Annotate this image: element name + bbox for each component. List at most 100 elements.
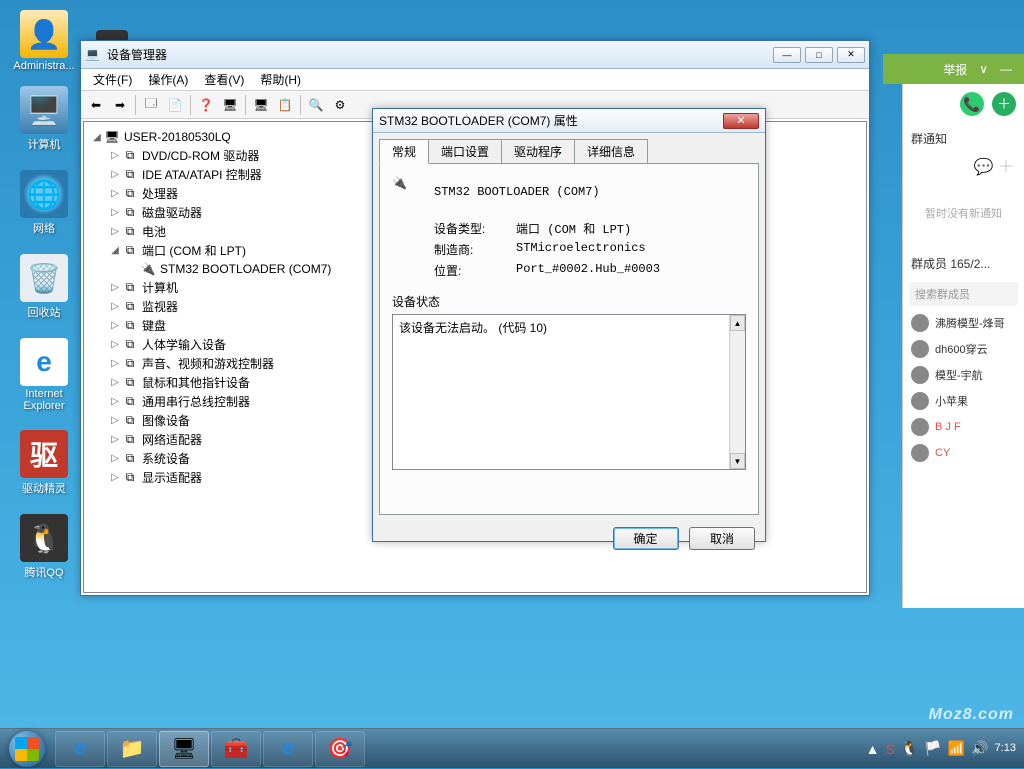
start-button[interactable] xyxy=(0,729,54,769)
desktop-icon-admin[interactable]: 👤Administra... xyxy=(8,10,80,72)
avatar xyxy=(911,418,929,436)
loc-value: Port_#0002.Hub_#0003 xyxy=(516,262,660,279)
taskbar-explorer[interactable]: 📁 xyxy=(107,731,157,767)
add-icon[interactable]: ＋ xyxy=(992,92,1016,116)
tb-icon[interactable]: 🗔 xyxy=(140,94,162,116)
tray-up-icon[interactable]: ▲ xyxy=(866,741,880,757)
qq-report[interactable]: 举报 xyxy=(937,61,973,78)
network-icon: 🌐 xyxy=(20,170,68,218)
taskbar-app[interactable]: 🧰 xyxy=(211,731,261,767)
tb-icon[interactable]: 📄 xyxy=(164,94,186,116)
mfg-label: 制造商: xyxy=(434,241,516,258)
device-icon: ⧉ xyxy=(122,186,138,202)
device-icon: ⧉ xyxy=(122,318,138,334)
menu-action[interactable]: 操作(A) xyxy=(140,69,196,90)
tab-port[interactable]: 端口设置 xyxy=(428,139,502,163)
qq-dropdown[interactable]: ∨ xyxy=(973,62,994,76)
menu-view[interactable]: 查看(V) xyxy=(196,69,252,90)
taskbar-ie[interactable]: e xyxy=(55,731,105,767)
taskbar-ie2[interactable]: e xyxy=(263,731,313,767)
member-search[interactable]: 搜索群成员 xyxy=(909,282,1018,306)
tb-icon[interactable]: 📋 xyxy=(274,94,296,116)
member-item[interactable]: B J F xyxy=(903,414,1024,440)
cancel-button[interactable]: 取消 xyxy=(689,527,755,550)
device-icon: ⧉ xyxy=(122,356,138,372)
tab-details[interactable]: 详细信息 xyxy=(574,139,648,163)
device-icon: ⧉ xyxy=(122,167,138,183)
tb-icon[interactable]: 🖥 xyxy=(250,94,272,116)
devmgr-titlebar[interactable]: 💻 设备管理器 — □ ✕ xyxy=(81,41,869,69)
minimize-button[interactable]: — xyxy=(773,47,801,63)
scrollbar[interactable]: ▲ ▼ xyxy=(729,315,745,469)
tray-net-icon[interactable]: 📶 xyxy=(948,740,965,757)
device-icon: ⧉ xyxy=(122,243,138,259)
tray-qq-icon[interactable]: 🐧 xyxy=(901,740,918,757)
taskbar: e 📁 🖥 🧰 e 🎯 ▲ S 🐧 🏳️ 📶 🔊 7:13 xyxy=(0,728,1024,768)
tab-general[interactable]: 常规 xyxy=(379,139,429,164)
taskbar-clock[interactable]: 7:13 xyxy=(995,742,1016,755)
qq-panel: 举报 ∨ — 📞 ＋ 群通知 💬 ＋ 暂时没有新通知 群成员 165/2... … xyxy=(902,84,1024,608)
device-icon: ⧉ xyxy=(122,299,138,315)
watermark: Moz8.com xyxy=(929,706,1014,724)
port-icon: 🔌 xyxy=(392,176,424,208)
member-item[interactable]: dh600穿云 xyxy=(903,336,1024,362)
device-icon: ⧉ xyxy=(122,280,138,296)
member-item[interactable]: 小苹果 xyxy=(903,388,1024,414)
tray-vol-icon[interactable]: 🔊 xyxy=(971,740,988,757)
loc-label: 位置: xyxy=(434,262,516,279)
menu-file[interactable]: 文件(F) xyxy=(85,69,140,90)
device-icon: ⧉ xyxy=(122,205,138,221)
close-button[interactable]: ✕ xyxy=(723,113,759,129)
call-icon[interactable]: 📞 xyxy=(960,92,984,116)
back-button[interactable]: ⬅ xyxy=(85,94,107,116)
system-tray: ▲ S 🐧 🏳️ 📶 🔊 7:13 xyxy=(858,729,1024,768)
tray-flag-icon[interactable]: 🏳️ xyxy=(924,740,941,757)
devmgr-menubar: 文件(F) 操作(A) 查看(V) 帮助(H) xyxy=(81,69,869,91)
maximize-button[interactable]: □ xyxy=(805,47,833,63)
desktop-icon-network[interactable]: 🌐网络 xyxy=(8,170,80,236)
status-label: 设备状态 xyxy=(392,293,746,310)
status-text: 该设备无法启动。 (代码 10) xyxy=(399,321,547,335)
member-item[interactable]: 模型-宇航 xyxy=(903,362,1024,388)
scroll-down-button[interactable]: ▼ xyxy=(730,453,745,469)
member-item[interactable]: CY xyxy=(903,440,1024,466)
device-properties-dialog: STM32 BOOTLOADER (COM7) 属性 ✕ 常规 端口设置 驱动程… xyxy=(372,108,766,542)
device-icon: ⧉ xyxy=(122,337,138,353)
tb-icon[interactable]: 🔍 xyxy=(305,94,327,116)
members-header: 群成员 165/2... xyxy=(903,249,1024,278)
type-label: 设备类型: xyxy=(434,220,516,237)
tab-driver[interactable]: 驱动程序 xyxy=(501,139,575,163)
desktop-icon-recycle[interactable]: 🗑️回收站 xyxy=(8,254,80,320)
desktop-icon-driver[interactable]: 驱驱动精灵 xyxy=(8,430,80,496)
menu-help[interactable]: 帮助(H) xyxy=(252,69,309,90)
avatar xyxy=(911,340,929,358)
windows-orb-icon xyxy=(9,731,45,767)
devmgr-title-icon: 💻 xyxy=(85,47,101,63)
props-titlebar[interactable]: STM32 BOOTLOADER (COM7) 属性 ✕ xyxy=(373,109,765,133)
taskbar-devmgr[interactable]: 🖥 xyxy=(159,731,209,767)
scroll-up-button[interactable]: ▲ xyxy=(730,315,745,331)
tb-icon[interactable]: ⚙ xyxy=(329,94,351,116)
qq-min[interactable]: — xyxy=(994,62,1018,76)
member-item[interactable]: 沸腾模型-烽哥 xyxy=(903,310,1024,336)
device-icon: ⧉ xyxy=(122,451,138,467)
forward-button[interactable]: ➡ xyxy=(109,94,131,116)
desktop-icon-qq[interactable]: 🐧腾讯QQ xyxy=(8,514,80,580)
close-button[interactable]: ✕ xyxy=(837,47,865,63)
ie-icon: e xyxy=(20,338,68,386)
status-textarea[interactable]: 该设备无法启动。 (代码 10) ▲ ▼ xyxy=(392,314,746,470)
tray-icon[interactable]: S xyxy=(885,741,894,757)
devmgr-title: 设备管理器 xyxy=(107,46,773,63)
ok-button[interactable]: 确定 xyxy=(613,527,679,550)
taskbar-driver[interactable]: 🎯 xyxy=(315,731,365,767)
tb-icon[interactable]: ❓ xyxy=(195,94,217,116)
device-name: STM32 BOOTLOADER (COM7) xyxy=(434,185,600,199)
tb-icon[interactable]: 🖥 xyxy=(219,94,241,116)
desktop-icon-computer[interactable]: 🖥️计算机 xyxy=(8,86,80,152)
desktop-icon-ie[interactable]: eInternet Explorer xyxy=(8,338,80,412)
avatar xyxy=(911,366,929,384)
device-icon: ⧉ xyxy=(122,148,138,164)
port-icon: 🔌 xyxy=(140,261,156,277)
desktop-icons: 👤Administra... 🖥️计算机 🌐网络 🗑️回收站 eInternet… xyxy=(8,10,80,598)
avatar xyxy=(911,392,929,410)
